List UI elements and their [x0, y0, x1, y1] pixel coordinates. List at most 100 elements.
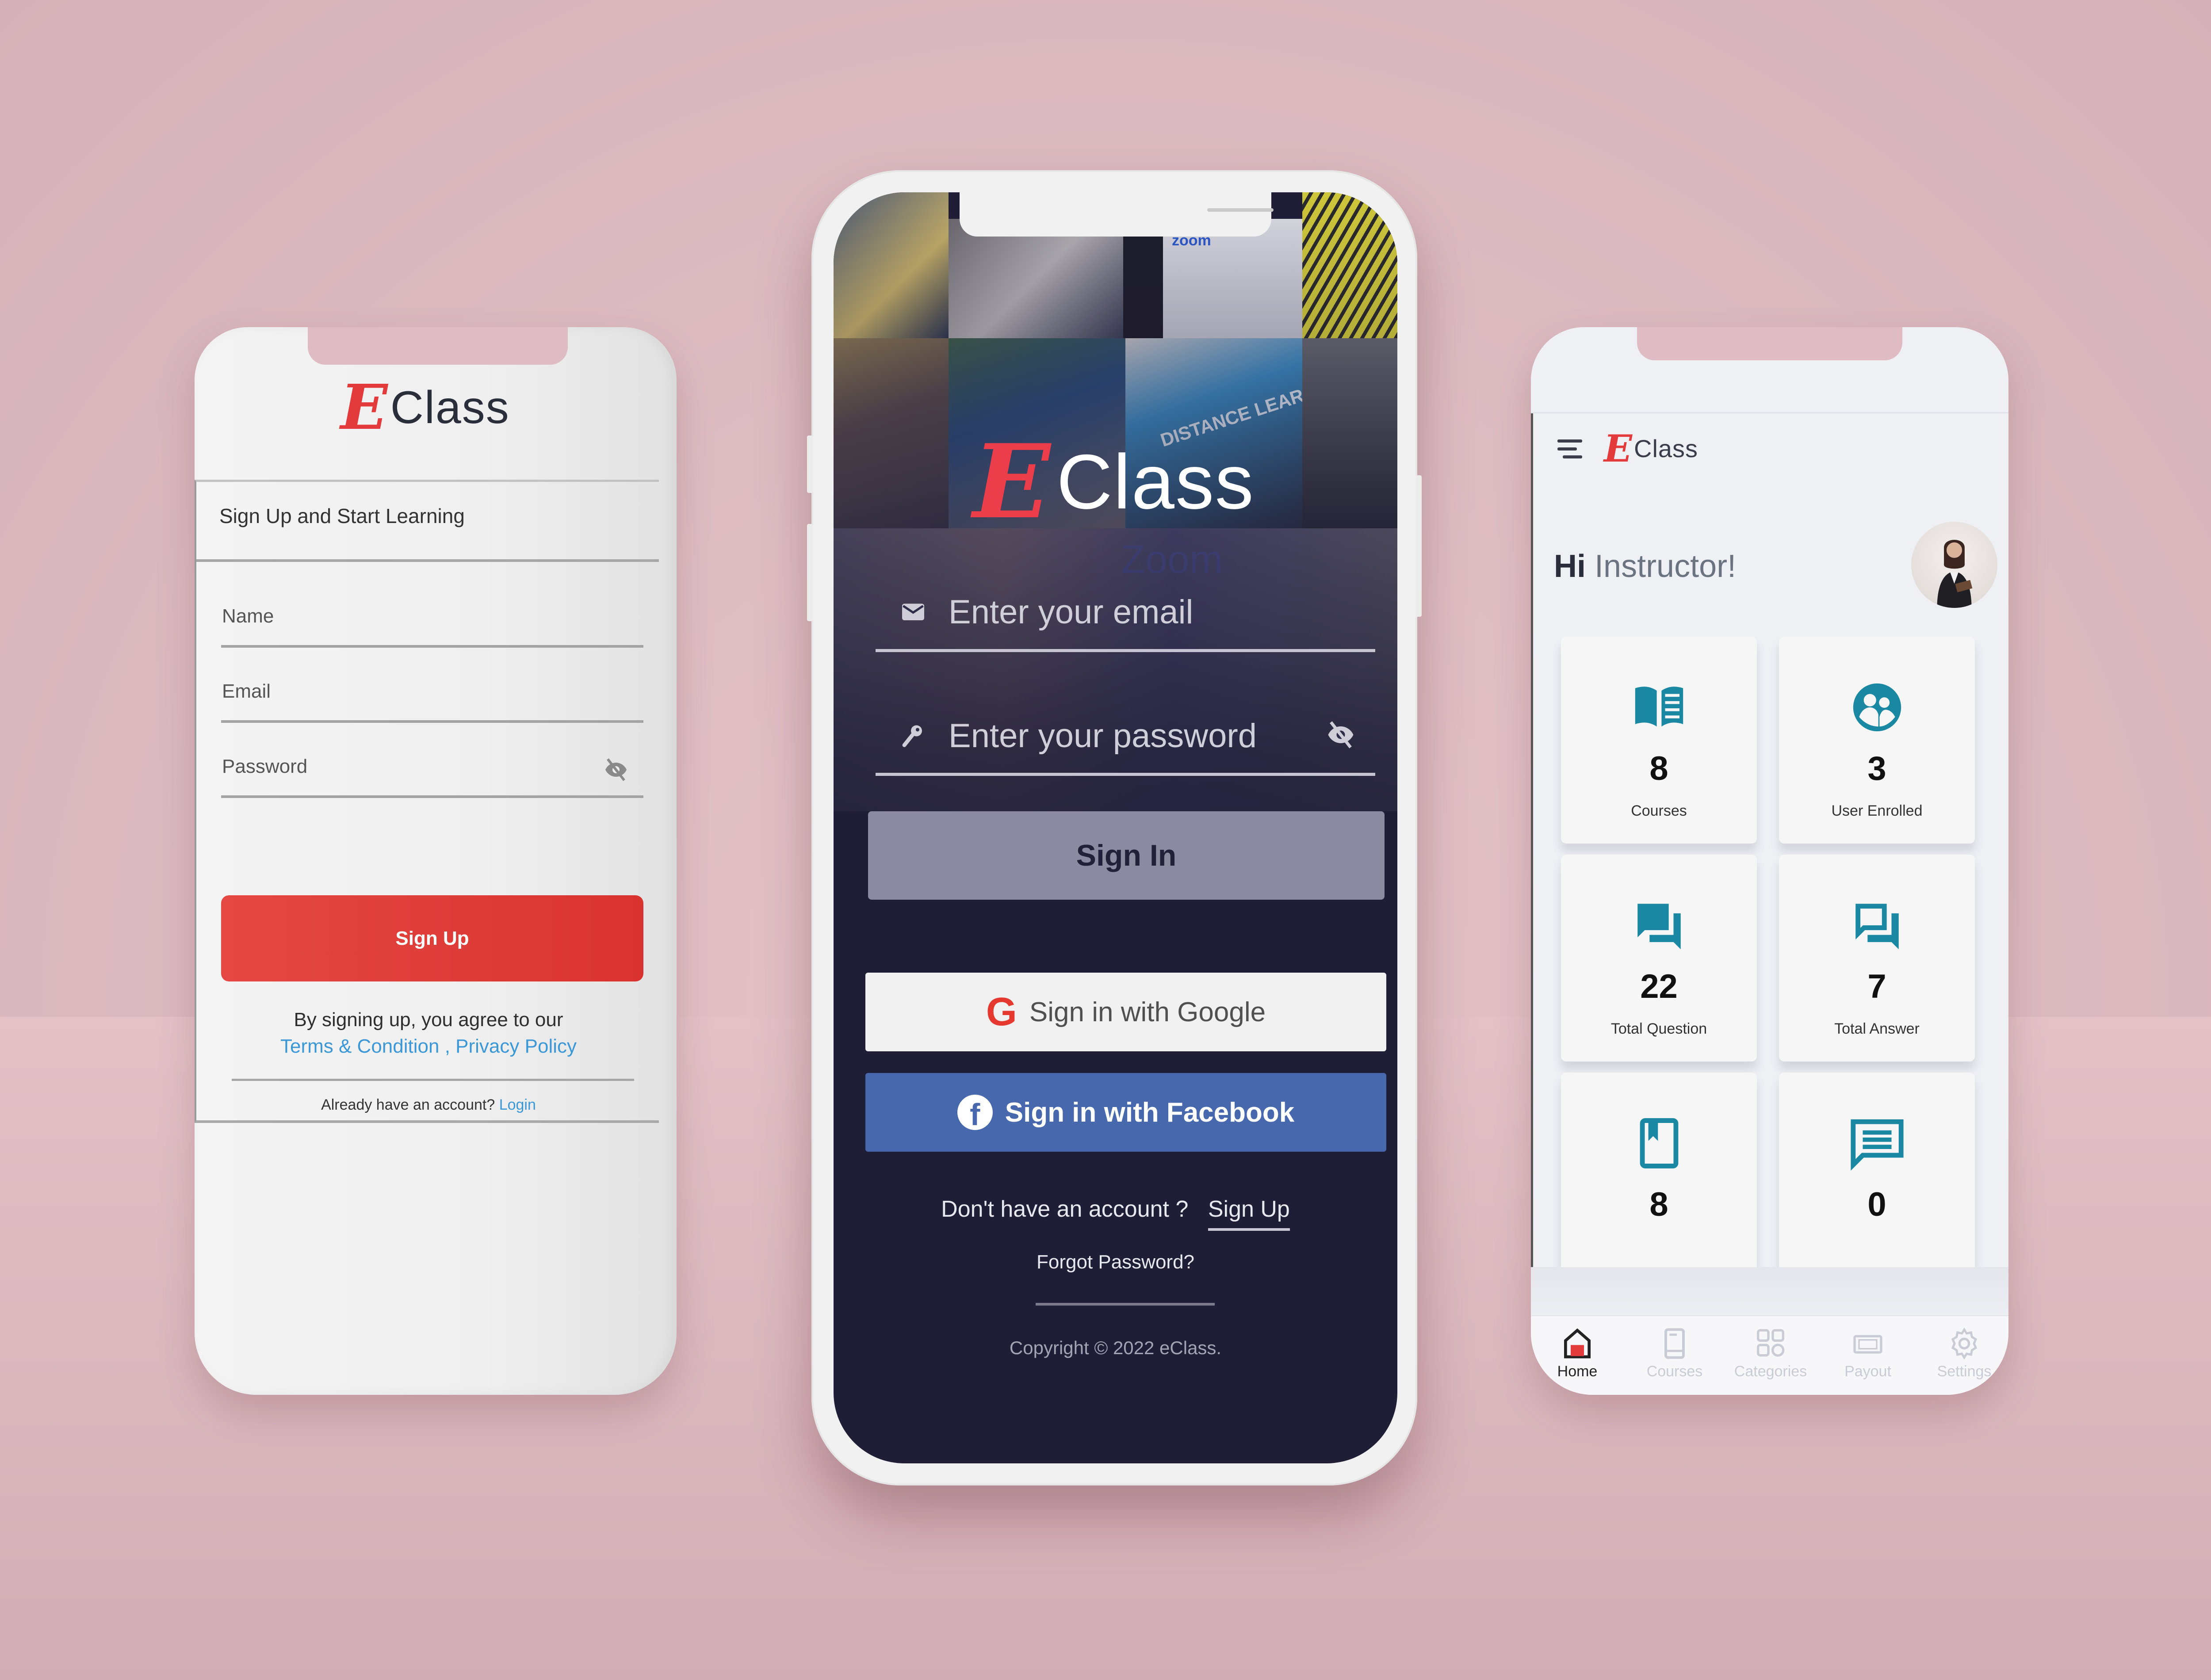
- google-signin-label: Sign in with Google: [1029, 997, 1266, 1027]
- facebook-signin-label: Sign in with Facebook: [1005, 1097, 1295, 1128]
- stat-value: 22: [1640, 968, 1678, 1005]
- nav-item-payout[interactable]: Payout: [1828, 1326, 1908, 1380]
- stat-card[interactable]: 0: [1779, 1073, 1975, 1267]
- google-icon: G: [986, 989, 1017, 1034]
- nav-item-courses[interactable]: Courses: [1635, 1326, 1714, 1380]
- bottom-nav: Home Courses Categories Payout Settings: [1531, 1315, 2008, 1395]
- logo-mark: E: [973, 422, 1051, 542]
- stat-value: 7: [1867, 968, 1886, 1005]
- signup-form: Sign Up and Start Learning Name Email Pa…: [195, 480, 659, 1123]
- grid-icon: [1757, 1329, 1785, 1357]
- password-field[interactable]: Password: [221, 736, 643, 798]
- stat-value: 0: [1867, 1186, 1886, 1223]
- eclass-logo: E Class: [1604, 427, 1698, 470]
- stat-label: Total Question: [1610, 1020, 1707, 1037]
- name-field[interactable]: Name: [221, 586, 643, 648]
- nav-label: Courses: [1646, 1363, 1703, 1380]
- stat-value: 8: [1649, 750, 1668, 787]
- eye-off-icon[interactable]: [1324, 718, 1358, 752]
- stat-label: User Enrolled: [1831, 802, 1923, 819]
- stat-value: 3: [1867, 750, 1886, 787]
- greeting-hi: Hi: [1554, 549, 1586, 584]
- divider: [196, 559, 659, 562]
- eclass-logo: E Class: [973, 422, 1255, 542]
- chat-bubbles-filled-icon: [1637, 904, 1681, 950]
- nav-label: Payout: [1844, 1363, 1891, 1380]
- facebook-signin-button[interactable]: f Sign in with Facebook: [865, 1073, 1386, 1152]
- nav-label: Categories: [1734, 1363, 1807, 1380]
- status-bar-area: [1531, 327, 2008, 413]
- screen-edge: [1531, 413, 1533, 1324]
- phone-notch: [308, 327, 568, 365]
- name-field-label: Name: [222, 605, 274, 627]
- nav-label: Settings: [1937, 1363, 1992, 1380]
- gear-icon: [1951, 1327, 1978, 1360]
- email-placeholder: Enter your email: [949, 593, 1193, 631]
- eye-off-icon[interactable]: [602, 756, 630, 784]
- stat-card-users-enrolled[interactable]: 3 User Enrolled: [1779, 637, 1975, 844]
- greeting-name: Instructor!: [1595, 549, 1737, 584]
- instructor-photo: [1937, 539, 1973, 608]
- mail-icon: [902, 603, 924, 620]
- agreement-line: By signing up, you agree to our: [294, 1009, 563, 1031]
- message-lines-icon: [1850, 1119, 1904, 1171]
- avatar[interactable]: [1911, 522, 1997, 608]
- terms-link[interactable]: Terms & Condition: [280, 1035, 439, 1057]
- signin-screen: zoom DISTANCE LEARNING Zoom E Class: [834, 192, 1397, 1463]
- home-icon: [1564, 1328, 1591, 1359]
- dashboard-phone: E Class Hi Instructor! 8 Courses 3 User …: [1531, 327, 2008, 1395]
- signup-prompt: Don't have an account ? Sign Up: [834, 1196, 1397, 1231]
- stat-card[interactable]: 8: [1561, 1073, 1757, 1267]
- google-signin-button[interactable]: G Sign in with Google: [865, 973, 1386, 1051]
- password-field-label: Password: [222, 756, 308, 777]
- copyright-text: Copyright © 2022 eClass.: [1009, 1337, 1222, 1358]
- stat-card-total-question[interactable]: 22 Total Question: [1561, 855, 1757, 1061]
- course-book-icon: [1664, 1328, 1685, 1359]
- link-separator: ,: [439, 1035, 456, 1057]
- agreement-text: By signing up, you agree to our Terms & …: [196, 1009, 661, 1058]
- phone-notch: [960, 192, 1274, 237]
- menu-icon[interactable]: [1557, 438, 1584, 460]
- nav-item-categories[interactable]: Categories: [1731, 1326, 1810, 1380]
- signup-phone: E Class Sign Up and Start Learning Name …: [195, 327, 677, 1395]
- logo-text: Class: [1056, 439, 1255, 525]
- signup-button[interactable]: Sign Up: [221, 895, 643, 981]
- logo-text: Class: [390, 382, 510, 433]
- money-icon: [1853, 1335, 1882, 1354]
- phone-side-button: [1415, 475, 1422, 617]
- open-book-icon: [1635, 687, 1683, 727]
- divider: [1036, 1303, 1215, 1306]
- stat-label: Courses: [1631, 802, 1687, 819]
- logo-mark: E: [340, 371, 388, 444]
- login-link[interactable]: Login: [499, 1096, 536, 1113]
- signup-link[interactable]: Sign Up: [1208, 1196, 1290, 1231]
- users-circle-icon: [1853, 683, 1901, 732]
- stat-value: 8: [1649, 1186, 1668, 1223]
- stat-card-courses[interactable]: 8 Courses: [1561, 637, 1757, 844]
- email-field[interactable]: Email: [221, 661, 643, 723]
- phone-side-button: [807, 524, 813, 621]
- nav-label: Home: [1557, 1363, 1598, 1380]
- password-placeholder: Enter your password: [949, 717, 1257, 755]
- privacy-link[interactable]: Privacy Policy: [455, 1035, 577, 1057]
- stat-card-total-answer[interactable]: 7 Total Answer: [1779, 855, 1975, 1061]
- login-prompt: Already have an account? Login: [196, 1096, 661, 1114]
- divider: [232, 1079, 634, 1081]
- logo-mark: E: [1604, 427, 1633, 470]
- greeting: Hi Instructor!: [1554, 548, 1736, 584]
- nav-item-home[interactable]: Home: [1538, 1326, 1617, 1380]
- signin-button[interactable]: Sign In: [868, 811, 1385, 900]
- signup-prompt-text: Don't have an account ?: [941, 1196, 1189, 1222]
- bookmark-book-icon: [1640, 1118, 1678, 1168]
- signin-phone: zoom DISTANCE LEARNING Zoom E Class: [807, 170, 1422, 1485]
- chat-bubbles-outline-icon: [1855, 904, 1899, 950]
- nav-item-settings[interactable]: Settings: [1924, 1326, 2004, 1380]
- stat-label: Total Answer: [1834, 1020, 1920, 1037]
- email-input[interactable]: Enter your email: [876, 577, 1375, 652]
- eclass-logo: E Class: [340, 371, 510, 444]
- forgot-password-link[interactable]: Forgot Password?: [834, 1251, 1397, 1273]
- content-fade: [1531, 1267, 2008, 1316]
- password-input[interactable]: Enter your password: [876, 701, 1375, 776]
- email-field-label: Email: [222, 680, 271, 702]
- phone-speaker: [1207, 208, 1274, 212]
